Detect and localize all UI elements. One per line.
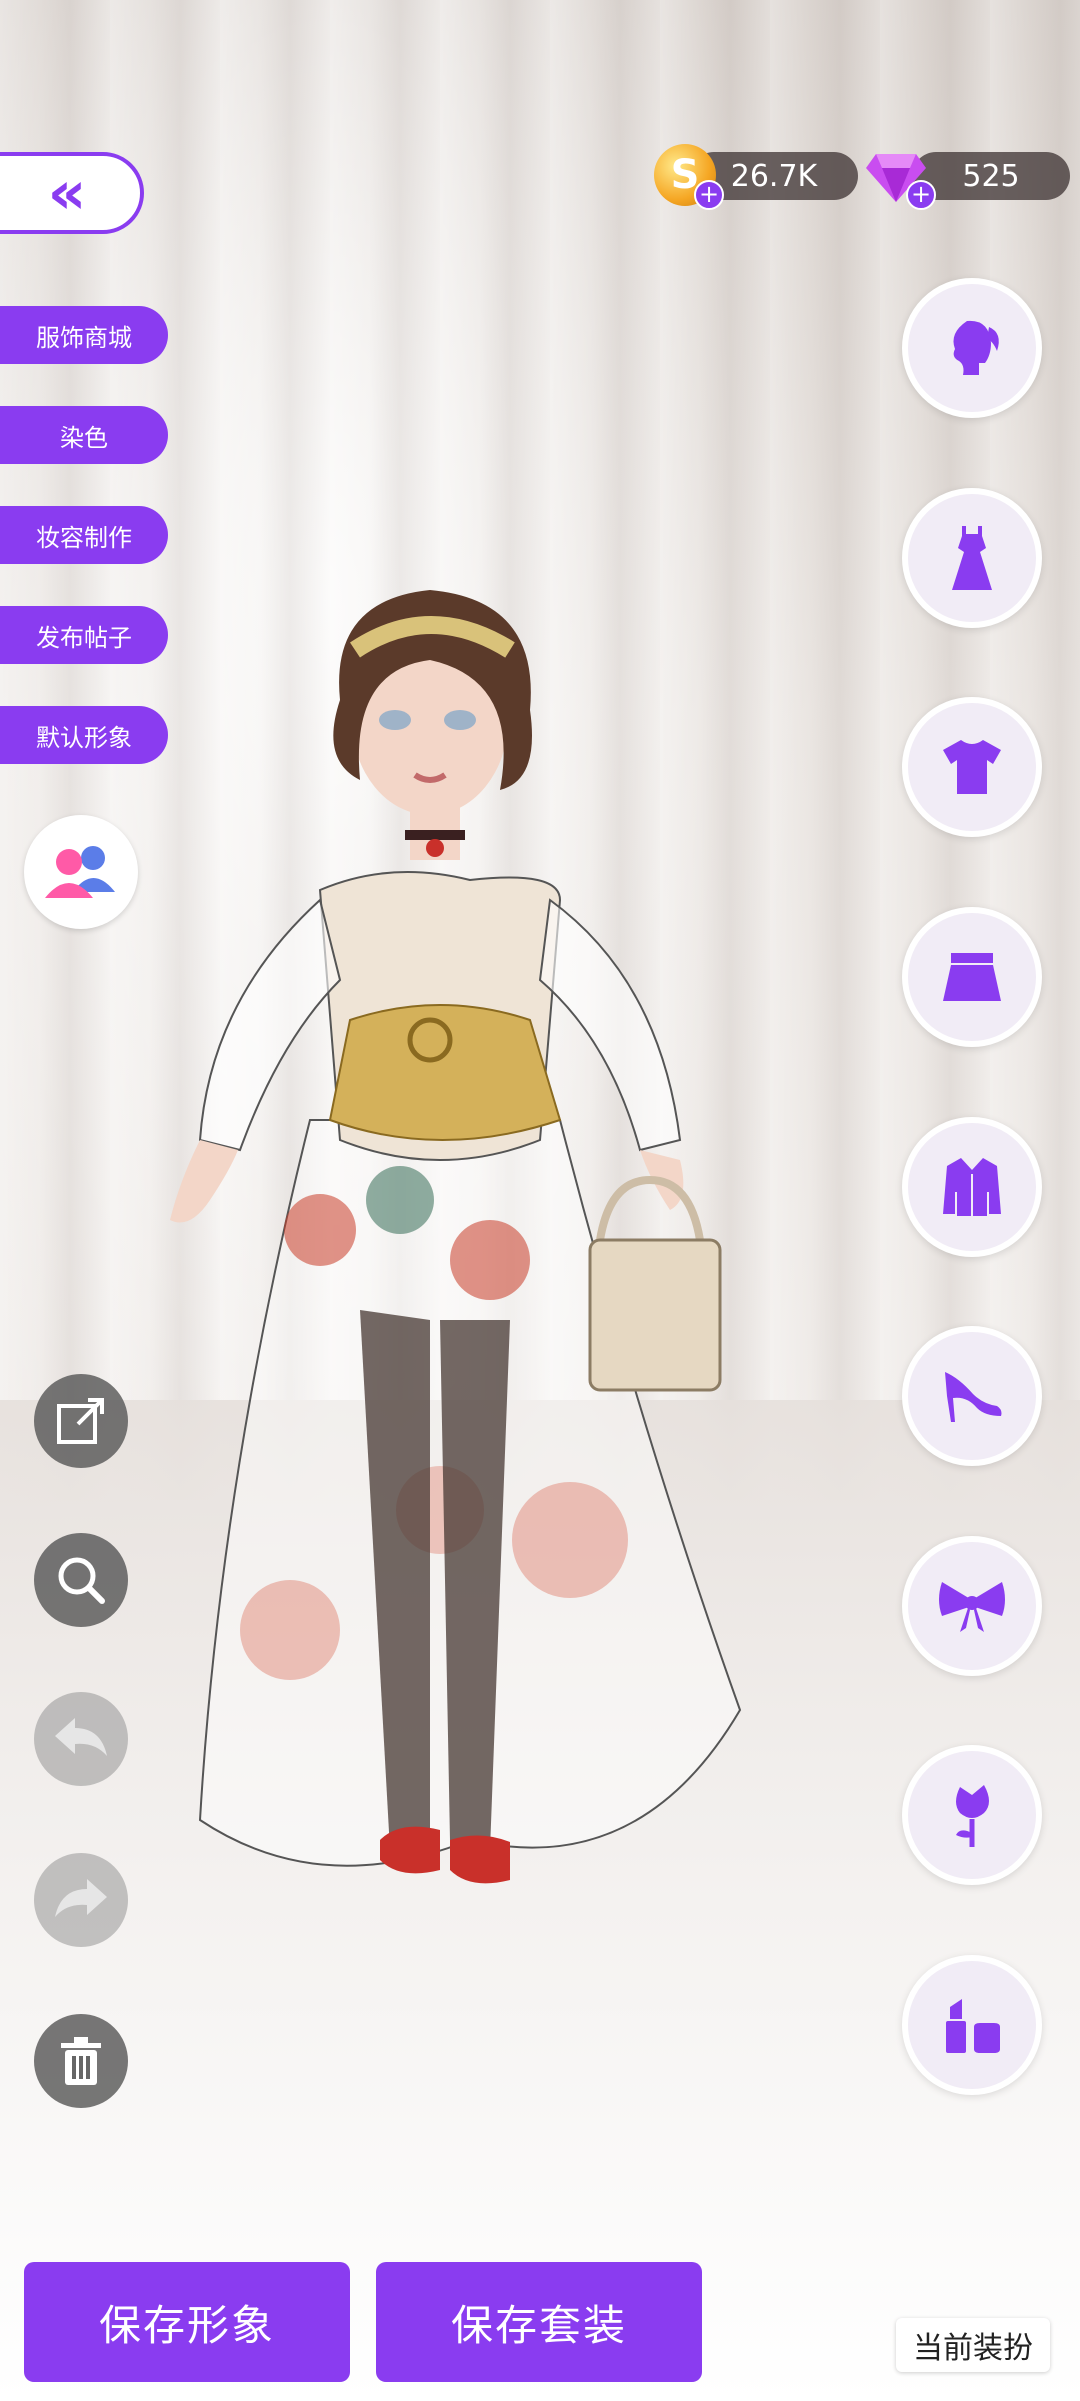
menu-dye[interactable]: 染色 — [0, 406, 168, 464]
rose-icon — [956, 1785, 989, 1847]
current-outfit-label: 当前装扮 — [913, 2331, 1033, 2366]
skirt-icon — [943, 953, 1001, 1001]
gem-amount: 525 — [962, 158, 1020, 194]
redo-icon — [55, 1879, 107, 1917]
add-gems-icon[interactable]: + — [906, 180, 936, 210]
add-coins-icon[interactable]: + — [694, 180, 724, 210]
category-skirt[interactable] — [902, 907, 1042, 1047]
category-dress[interactable] — [902, 488, 1042, 628]
menu-label: 发布帖子 — [36, 623, 132, 652]
zoom-button[interactable] — [34, 1533, 128, 1627]
category-hair[interactable] — [902, 278, 1042, 418]
trash-icon — [61, 2037, 101, 2085]
undo-button[interactable] — [34, 1692, 128, 1786]
undo-icon — [55, 1718, 107, 1756]
menu-label: 妆容制作 — [36, 523, 132, 552]
category-top[interactable] — [902, 697, 1042, 837]
jacket-icon — [943, 1158, 1001, 1216]
redo-button[interactable] — [34, 1853, 128, 1947]
top-icon — [943, 740, 1001, 794]
zoom-icon — [58, 1557, 105, 1604]
bow-icon — [939, 1582, 1005, 1632]
category-handheld[interactable] — [902, 1745, 1042, 1885]
menu-clothing-shop[interactable]: 服饰商城 — [0, 306, 168, 364]
category-shoes[interactable] — [902, 1326, 1042, 1466]
category-makeup[interactable] — [902, 1955, 1042, 2095]
friends-icon — [45, 846, 115, 898]
menu-makeup[interactable]: 妆容制作 — [0, 506, 168, 564]
share-icon — [57, 1398, 104, 1444]
double-chevron-left-icon: « — [47, 158, 87, 228]
share-button[interactable] — [34, 1374, 128, 1468]
save-outfit-label: 保存套装 — [450, 2300, 627, 2350]
menu-label: 默认形象 — [36, 723, 132, 752]
back-button[interactable]: « — [0, 152, 144, 234]
heel-shoe-icon — [945, 1372, 1002, 1422]
dress-icon — [952, 526, 992, 590]
character-avatar — [170, 590, 742, 1884]
category-accessories[interactable] — [902, 1536, 1042, 1676]
category-jacket[interactable] — [902, 1117, 1042, 1257]
current-outfit-button[interactable]: 当前装扮 — [896, 2318, 1050, 2372]
makeup-icon — [946, 1999, 1000, 2053]
delete-button[interactable] — [34, 2014, 128, 2108]
friends-button[interactable] — [24, 815, 138, 929]
coin-amount: 26.7K — [730, 158, 818, 194]
menu-label: 服饰商城 — [36, 323, 132, 352]
save-outfit-button[interactable]: 保存套装 — [376, 2262, 702, 2382]
save-look-button[interactable]: 保存形象 — [24, 2262, 350, 2382]
menu-label: 染色 — [60, 423, 108, 452]
hair-icon — [953, 320, 999, 375]
save-look-label: 保存形象 — [98, 2300, 275, 2350]
dressup-stage: « 26.7K S + 525 + 服饰商城 染色 妆容制作 发布帖子 默认形象 — [0, 0, 1080, 2401]
